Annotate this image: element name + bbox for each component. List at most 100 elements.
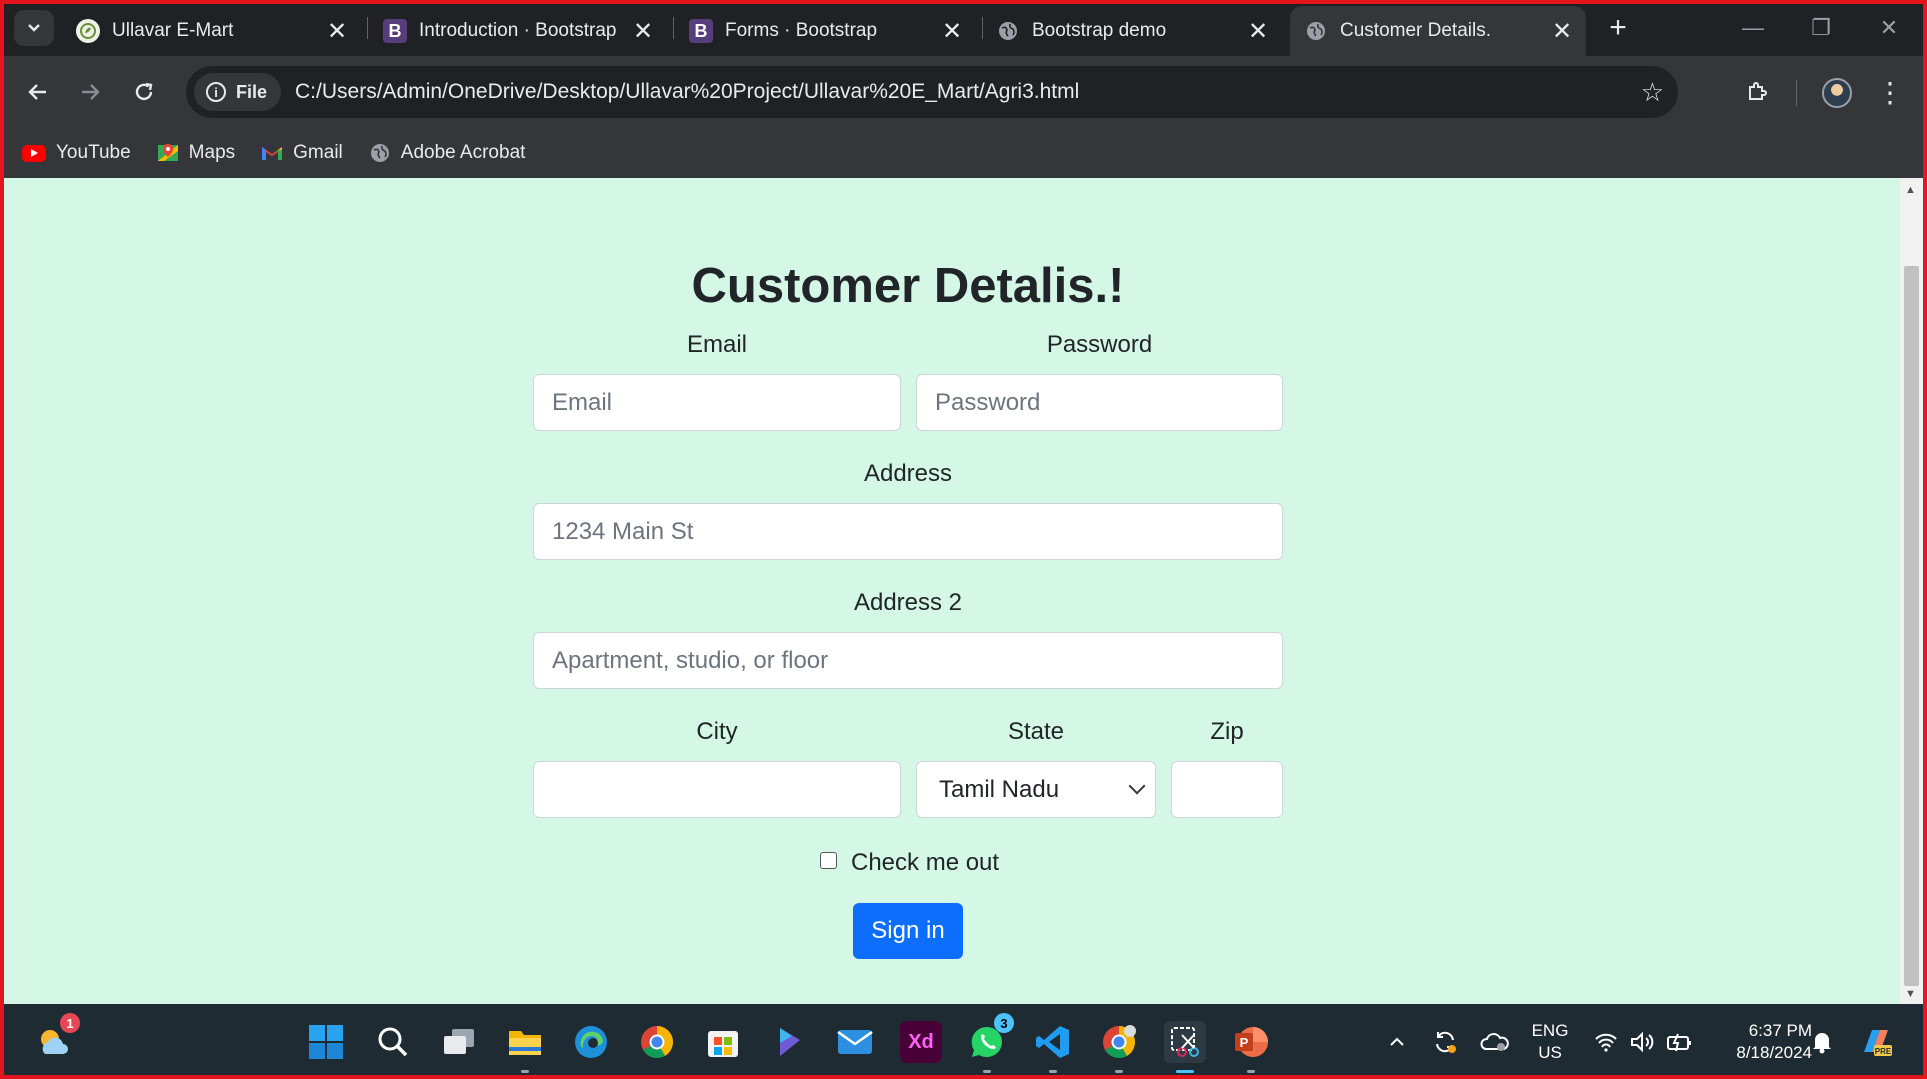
scrollbar-thumb[interactable]: [1904, 266, 1919, 986]
file-explorer-button[interactable]: [504, 1021, 546, 1073]
bookmark-gmail[interactable]: Gmail: [261, 142, 343, 164]
tab-introduction-bootstrap[interactable]: B Introduction · Bootstrap ✕: [383, 6, 663, 56]
mail-icon: [837, 1030, 873, 1054]
tab-search-button[interactable]: [14, 10, 54, 46]
gmail-icon: [261, 142, 283, 164]
arrow-left-icon: [28, 84, 46, 100]
new-tab-button[interactable]: +: [1602, 11, 1634, 44]
show-hidden-icons-button[interactable]: [1382, 1004, 1412, 1079]
reload-icon: [135, 82, 153, 101]
chrome-icon: [641, 1026, 674, 1059]
input-language[interactable]: ENG US: [1528, 1020, 1572, 1064]
back-button[interactable]: [18, 72, 58, 112]
tab-divider: [367, 17, 368, 39]
store-icon: [708, 1031, 738, 1057]
volume-tray-icon[interactable]: [1626, 1004, 1658, 1079]
site-info-chip[interactable]: i File: [194, 73, 282, 111]
close-icon[interactable]: ✕: [938, 17, 966, 45]
tab-forms-bootstrap[interactable]: B Forms · Bootstrap ✕: [689, 6, 972, 56]
bookmark-adobe-acrobat[interactable]: Adobe Acrobat: [369, 142, 525, 164]
adobe-xd-button[interactable]: Xd: [900, 1021, 942, 1063]
reload-button[interactable]: [124, 72, 164, 112]
maps-icon: [157, 142, 179, 164]
chevron-up-icon: [1390, 1037, 1404, 1046]
copilot-pre-button[interactable]: PRE: [1856, 1004, 1896, 1079]
snipping-tool-button[interactable]: [1164, 1021, 1206, 1073]
tab-title: Customer Details.: [1340, 20, 1491, 41]
scroll-up-arrow-icon[interactable]: ▲: [1905, 184, 1916, 196]
powerpoint-button[interactable]: P: [1230, 1021, 1272, 1073]
extensions-button[interactable]: [1737, 72, 1777, 112]
tab-title: Bootstrap demo: [1032, 20, 1167, 41]
notifications-button[interactable]: [1806, 1004, 1838, 1079]
weather-badge: 1: [60, 1013, 80, 1033]
email-label: Email: [686, 331, 747, 358]
weather-widget[interactable]: 1: [32, 1013, 80, 1063]
wifi-tray-icon[interactable]: [1590, 1004, 1622, 1079]
city-label: City: [696, 718, 738, 745]
close-icon[interactable]: ✕: [323, 17, 351, 45]
clock-date: 8/18/2024: [1736, 1043, 1812, 1062]
kebab-menu-icon: ⋮: [1876, 76, 1904, 108]
minimize-button[interactable]: —: [1726, 8, 1780, 48]
tab-title: Introduction · Bootstrap: [419, 20, 617, 41]
state-select[interactable]: Tamil Nadu: [916, 761, 1156, 818]
whatsapp-button[interactable]: 3: [966, 1013, 1014, 1073]
region-code: US: [1538, 1043, 1562, 1062]
forward-button[interactable]: [70, 72, 110, 112]
search-button[interactable]: [372, 1021, 414, 1063]
start-button[interactable]: [305, 1021, 347, 1063]
close-icon[interactable]: ✕: [629, 17, 657, 45]
bookmark-maps[interactable]: Maps: [157, 142, 235, 164]
url-text[interactable]: C:/Users/Admin/OneDrive/Desktop/Ullavar%…: [295, 80, 1079, 104]
restore-button[interactable]: ❐: [1794, 8, 1848, 48]
globe-icon: [369, 142, 391, 164]
bookmark-youtube[interactable]: YouTube: [22, 142, 131, 164]
tab-bootstrap-demo[interactable]: Bootstrap demo ✕: [996, 6, 1278, 56]
search-icon: [378, 1027, 408, 1057]
check-me-out[interactable]: Check me out: [820, 849, 999, 877]
bookmark-label: YouTube: [56, 142, 131, 163]
edge-button[interactable]: [570, 1021, 612, 1063]
password-field[interactable]: [916, 374, 1283, 431]
check-me-out-checkbox[interactable]: [820, 851, 837, 869]
tab-title: Ullavar E-Mart: [112, 20, 234, 41]
chrome-icon: [1103, 1025, 1136, 1059]
task-view-icon: [444, 1029, 474, 1054]
city-field[interactable]: [533, 761, 901, 818]
page-title: Customer Detalis.!: [691, 259, 1125, 313]
menu-button[interactable]: ⋮: [1870, 72, 1910, 112]
sync-tray-icon[interactable]: [1428, 1004, 1462, 1079]
window-close-button[interactable]: ✕: [1862, 8, 1916, 48]
scroll-down-arrow-icon[interactable]: ▼: [1905, 988, 1916, 1000]
battery-tray-icon[interactable]: [1662, 1004, 1696, 1079]
globe-icon: [1304, 19, 1328, 43]
arrow-right-icon: [82, 84, 100, 100]
vscode-icon: [1036, 1026, 1069, 1058]
tab-customer-details[interactable]: Customer Details. ✕: [1290, 6, 1586, 56]
onedrive-tray-icon[interactable]: [1476, 1004, 1512, 1079]
profile-avatar[interactable]: [1822, 78, 1852, 108]
copilot-button[interactable]: [768, 1021, 810, 1063]
sign-in-button[interactable]: Sign in: [853, 903, 963, 959]
powerpoint-icon: P: [1235, 1027, 1268, 1057]
address-bar[interactable]: i File C:/Users/Admin/OneDrive/Desktop/U…: [186, 66, 1678, 118]
microsoft-store-button[interactable]: [702, 1021, 744, 1063]
tab-divider: [982, 17, 983, 39]
address2-field[interactable]: [533, 632, 1283, 689]
chrome-button[interactable]: [636, 1021, 678, 1063]
task-view-button[interactable]: [438, 1021, 480, 1063]
vscode-button[interactable]: [1032, 1021, 1074, 1073]
page-scrollbar[interactable]: ▲ ▼: [1900, 178, 1923, 1004]
bookmark-star-icon[interactable]: ☆: [1641, 77, 1664, 108]
close-icon[interactable]: ✕: [1548, 17, 1576, 45]
zip-field[interactable]: [1171, 761, 1283, 818]
address-label: Address: [863, 460, 953, 487]
close-icon[interactable]: ✕: [1244, 17, 1272, 45]
system-clock[interactable]: 6:37 PM 8/18/2024: [1708, 1020, 1812, 1064]
address-field[interactable]: [533, 503, 1283, 560]
email-field[interactable]: [533, 374, 901, 431]
mail-button[interactable]: [834, 1021, 876, 1063]
chrome-profile-button[interactable]: [1098, 1021, 1140, 1073]
tab-ullavar-emart[interactable]: Ullavar E-Mart ✕: [72, 6, 357, 56]
